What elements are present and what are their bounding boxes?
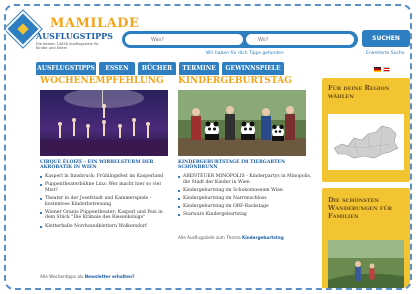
flag-germany-icon[interactable] bbox=[374, 67, 381, 72]
page-frame: MAMILADE AUSFLUGSTIPPS Die besten 14616 … bbox=[4, 4, 412, 290]
birthday-more-prefix: Alle Ausflugsziele zum Thema bbox=[178, 235, 241, 240]
search-what-input[interactable] bbox=[125, 34, 243, 45]
weekly-image[interactable] bbox=[40, 90, 168, 156]
search-hint: Wir haben für dich Tipps gefunden bbox=[206, 51, 284, 56]
weekly-list: Kasperl in Innsbruck: Frühlingsfest im K… bbox=[40, 174, 170, 232]
weekly-caption[interactable]: CIRQUE ÉLOIZE - EIN WIRBELSTURM DER AKRO… bbox=[40, 160, 170, 171]
search-button[interactable]: SUCHEN bbox=[362, 30, 410, 47]
birthday-item-4[interactable]: Kindergeburtstag im ORF-Backstage bbox=[178, 204, 312, 210]
advanced-search-link[interactable]: Erweiterte Suche bbox=[366, 51, 405, 56]
birthday-more: Alle Ausflugsziele zum Thema Kindergebur… bbox=[178, 235, 284, 240]
weekly-item-1[interactable]: Kasperl in Innsbruck: Frühlingsfest im K… bbox=[40, 174, 170, 180]
birthday-list: ABENTEUER MINOPOLIS - Kinderpartys in Mi… bbox=[178, 174, 312, 221]
search-where-input[interactable] bbox=[246, 34, 354, 45]
weekly-heading: WOCHENEMPFEHLUNG bbox=[40, 76, 164, 86]
hikes-card-title: Die schönsten Wanderungen für Familien bbox=[328, 196, 392, 220]
hikes-card[interactable]: Die schönsten Wanderungen für Familien bbox=[322, 188, 410, 290]
weekly-more: Alle Wochentipps als Newsletter erhalten… bbox=[40, 274, 134, 279]
birthday-image[interactable] bbox=[178, 90, 306, 156]
birthday-item-3[interactable]: Kindergeburtstag im Narrenschloss bbox=[178, 196, 312, 202]
flag-austria-icon[interactable] bbox=[383, 67, 390, 72]
birthday-more-link[interactable]: Kindergeburtstag bbox=[242, 235, 284, 240]
nav-essen[interactable]: ESSEN bbox=[99, 62, 135, 75]
birthday-caption[interactable]: KINDERGEBURTSTAGE IM TIERGARTEN SCHÖNBRU… bbox=[178, 160, 308, 171]
nav-gewinnspiele[interactable]: GEWINNSPIELE bbox=[222, 62, 284, 75]
weekly-item-4[interactable]: Wiener Granis Puppentheater: Kasperl und… bbox=[40, 210, 170, 221]
nav-termine[interactable]: TERMINE bbox=[179, 62, 219, 75]
birthday-item-1[interactable]: ABENTEUER MINOPOLIS - Kinderpartys in Mi… bbox=[178, 174, 312, 185]
weekly-more-prefix: Alle Wochentipps als bbox=[40, 274, 84, 279]
search-bar bbox=[122, 31, 358, 48]
logo-tagline: Die besten 14616 Ausflugsziele für Kinde… bbox=[36, 42, 99, 51]
birthday-item-2[interactable]: Kindergeburtstag im Schokomuseum Wien bbox=[178, 188, 312, 194]
logo-title[interactable]: MAMILADE bbox=[50, 16, 139, 31]
region-card[interactable]: Für deine Region wählen bbox=[322, 78, 410, 182]
hikes-image[interactable] bbox=[328, 240, 404, 290]
nav-buecher[interactable]: BÜCHER bbox=[138, 62, 176, 75]
weekly-item-3[interactable]: Theater in der Josefstadt und Kammerspie… bbox=[40, 196, 170, 207]
nav-ausflugstipps[interactable]: AUSFLUGSTIPPS bbox=[36, 62, 96, 75]
birthday-item-5[interactable]: Starwars Kindergeburtstag bbox=[178, 212, 312, 218]
weekly-item-2[interactable]: Puppentheaterbühne Linz: Wer macht hier … bbox=[40, 182, 170, 193]
region-card-title: Für deine Region wählen bbox=[328, 84, 390, 100]
weekly-item-5[interactable]: Kletterhalle Nordwandklettern Wolkersdor… bbox=[40, 224, 170, 230]
austria-map-icon[interactable] bbox=[328, 114, 404, 170]
newsletter-link[interactable]: Newsletter erhalten? bbox=[85, 274, 135, 279]
birthday-heading: KINDERGEBURTSTAG bbox=[178, 76, 292, 86]
logo-subtitle: AUSFLUGSTIPPS bbox=[36, 31, 113, 41]
